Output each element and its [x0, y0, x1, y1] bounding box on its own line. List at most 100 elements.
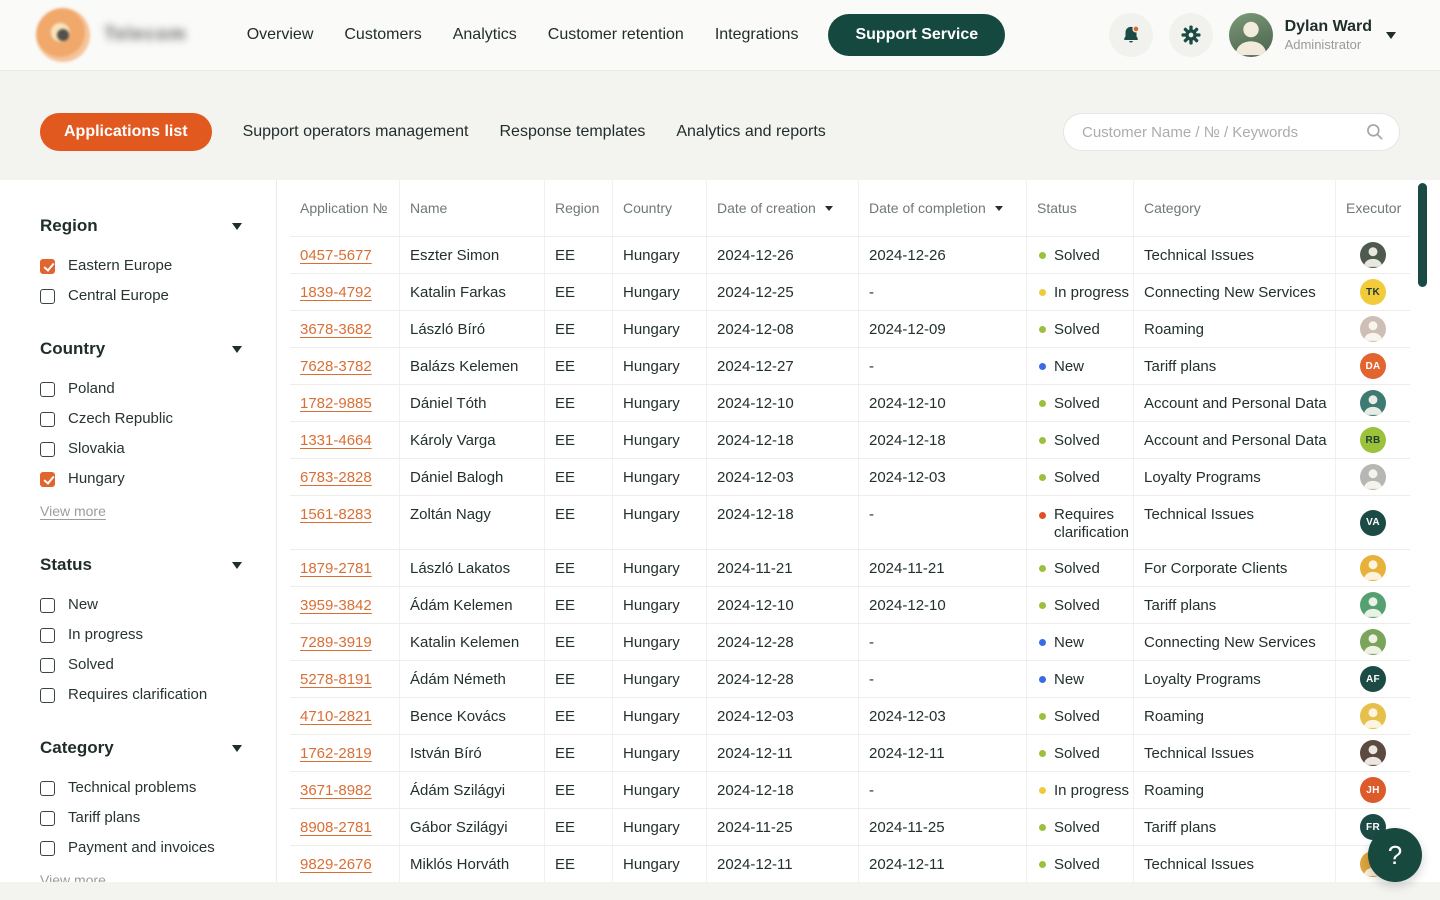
cell-executor	[1336, 550, 1410, 586]
tab-response-templates[interactable]: Response templates	[500, 113, 646, 151]
status-dot-icon	[1039, 676, 1046, 683]
checkbox[interactable]	[40, 658, 55, 673]
notifications-button[interactable]	[1109, 13, 1153, 57]
filter-section-header[interactable]: Status	[40, 555, 242, 575]
executor-avatar[interactable]: VA	[1360, 510, 1386, 536]
application-link[interactable]: 9829-2676	[300, 856, 372, 873]
executor-avatar[interactable]	[1360, 592, 1386, 618]
person-icon	[1360, 703, 1386, 729]
table-header-row: Application №NameRegionCountryDate of cr…	[290, 180, 1410, 237]
vertical-scrollbar-thumb[interactable]	[1418, 183, 1427, 287]
checkbox[interactable]	[40, 688, 55, 703]
view-more-link[interactable]: View more	[40, 872, 106, 882]
status-dot-icon	[1039, 289, 1046, 296]
filter-option-solved[interactable]: Solved	[40, 656, 242, 674]
filter-option-technical-problems[interactable]: Technical problems	[40, 779, 242, 797]
sort-desc-icon[interactable]	[995, 206, 1003, 211]
executor-avatar[interactable]	[1360, 555, 1386, 581]
executor-avatar[interactable]: DA	[1360, 353, 1386, 379]
filter-option-payment-and-invoices[interactable]: Payment and invoices	[40, 839, 242, 857]
view-more-link[interactable]: View more	[40, 503, 106, 519]
filter-option-eastern-europe[interactable]: Eastern Europe	[40, 257, 242, 275]
application-link[interactable]: 3671-8982	[300, 782, 372, 799]
filter-option-in-progress[interactable]: In progress	[40, 626, 242, 644]
checkbox[interactable]	[40, 628, 55, 643]
application-link[interactable]: 6783-2828	[300, 469, 372, 486]
checkbox[interactable]	[40, 598, 55, 613]
executor-avatar[interactable]: JH	[1360, 777, 1386, 803]
executor-avatar[interactable]	[1360, 464, 1386, 490]
filter-section-header[interactable]: Category	[40, 738, 242, 758]
executor-avatar[interactable]	[1360, 390, 1386, 416]
application-link[interactable]: 0457-5677	[300, 247, 372, 264]
application-link[interactable]: 7628-3782	[300, 358, 372, 375]
executor-avatar[interactable]: RB	[1360, 427, 1386, 453]
filter-option-slovakia[interactable]: Slovakia	[40, 440, 242, 458]
tab-analytics-and-reports[interactable]: Analytics and reports	[676, 113, 825, 151]
cell-status: Solved	[1027, 809, 1134, 845]
checkbox[interactable]	[40, 412, 55, 427]
application-link[interactable]: 4710-2821	[300, 708, 372, 725]
application-link[interactable]: 1331-4664	[300, 432, 372, 449]
filter-option-hungary[interactable]: Hungary	[40, 470, 242, 488]
filter-option-requires-clarification[interactable]: Requires clarification	[40, 686, 242, 704]
nav-item-analytics[interactable]: Analytics	[453, 26, 517, 44]
person-icon	[1360, 629, 1386, 655]
application-link[interactable]: 1762-2819	[300, 745, 372, 762]
help-button[interactable]: ?	[1368, 828, 1422, 882]
filter-option-new[interactable]: New	[40, 596, 242, 614]
checkbox[interactable]	[40, 811, 55, 826]
nav-item-integrations[interactable]: Integrations	[715, 26, 799, 44]
cell-region: EE	[545, 846, 613, 882]
checkbox-checked[interactable]	[40, 259, 55, 274]
cell-status: Solved	[1027, 459, 1134, 495]
table-row: 7628-3782Balázs KelemenEEHungary2024-12-…	[290, 348, 1410, 385]
executor-avatar[interactable]	[1360, 703, 1386, 729]
nav-item-customers[interactable]: Customers	[344, 26, 421, 44]
user-avatar[interactable]	[1229, 13, 1273, 57]
application-link[interactable]: 1782-9885	[300, 395, 372, 412]
filter-section-header[interactable]: Region	[40, 216, 242, 236]
application-link[interactable]: 1839-4792	[300, 284, 372, 301]
nav-item-overview[interactable]: Overview	[247, 26, 314, 44]
support-service-button[interactable]: Support Service	[828, 14, 1005, 56]
checkbox[interactable]	[40, 781, 55, 796]
sort-desc-icon[interactable]	[825, 206, 833, 211]
executor-avatar[interactable]	[1360, 316, 1386, 342]
cell-region: EE	[545, 422, 613, 458]
executor-avatar[interactable]	[1360, 629, 1386, 655]
application-link[interactable]: 1561-8283	[300, 506, 372, 524]
search-input[interactable]	[1063, 113, 1400, 151]
application-link[interactable]: 3959-3842	[300, 597, 372, 614]
checkbox[interactable]	[40, 442, 55, 457]
column-header-created[interactable]: Date of creation	[707, 180, 859, 236]
application-link[interactable]: 3678-3682	[300, 321, 372, 338]
application-link[interactable]: 5278-8191	[300, 671, 372, 688]
brand-logo[interactable]: Telecom	[36, 8, 187, 62]
executor-avatar[interactable]	[1360, 242, 1386, 268]
checkbox[interactable]	[40, 289, 55, 304]
executor-avatar[interactable]: AF	[1360, 666, 1386, 692]
filter-option-czech-republic[interactable]: Czech Republic	[40, 410, 242, 428]
application-link[interactable]: 1879-2781	[300, 560, 372, 577]
executor-avatar[interactable]: TK	[1360, 279, 1386, 305]
executor-avatar[interactable]	[1360, 740, 1386, 766]
column-header-completed[interactable]: Date of completion	[859, 180, 1027, 236]
filter-option-poland[interactable]: Poland	[40, 380, 242, 398]
tab-applications-list[interactable]: Applications list	[40, 113, 212, 151]
application-link[interactable]: 8908-2781	[300, 819, 372, 836]
tab-support-operators-management[interactable]: Support operators management	[243, 113, 469, 151]
chevron-down-icon	[232, 562, 242, 569]
filter-option-central-europe[interactable]: Central Europe	[40, 287, 242, 305]
filter-section-header[interactable]: Country	[40, 339, 242, 359]
application-link[interactable]: 7289-3919	[300, 634, 372, 651]
cell-name: Ádám Szilágyi	[400, 772, 545, 808]
settings-button[interactable]	[1169, 13, 1213, 57]
nav-item-customer-retention[interactable]: Customer retention	[548, 26, 684, 44]
checkbox-checked[interactable]	[40, 472, 55, 487]
filter-option-tariff-plans[interactable]: Tariff plans	[40, 809, 242, 827]
checkbox[interactable]	[40, 382, 55, 397]
cell-date-completion: 2024-11-21	[859, 550, 1027, 586]
checkbox[interactable]	[40, 841, 55, 856]
user-menu-chevron-down-icon[interactable]	[1386, 32, 1396, 39]
